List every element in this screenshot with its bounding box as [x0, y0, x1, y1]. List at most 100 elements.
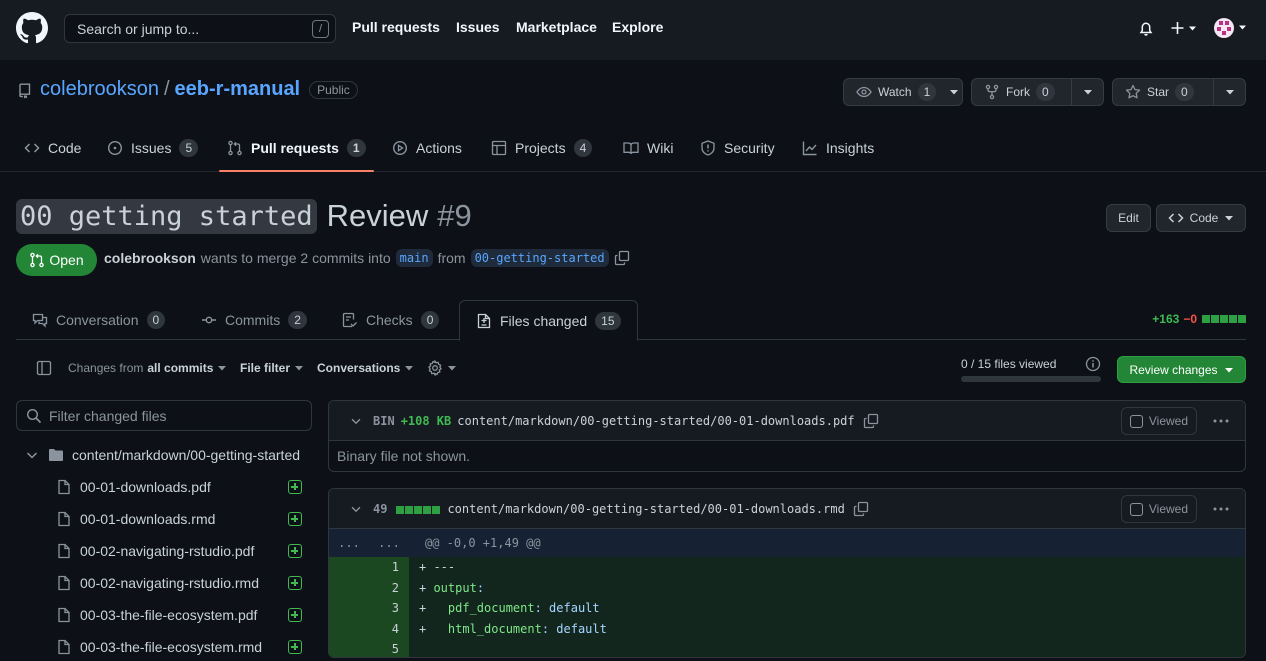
viewed-checkbox[interactable]: Viewed: [1120, 495, 1197, 523]
tab-actions[interactable]: Actions: [392, 124, 462, 172]
tab-checks[interactable]: Checks 0: [342, 300, 440, 340]
file-size-change: +108 KB: [400, 413, 452, 428]
new-line-number[interactable]: 5: [369, 639, 409, 657]
pr-author-link[interactable]: colebrookson: [104, 250, 196, 266]
user-avatar[interactable]: [1213, 17, 1247, 39]
new-line-number[interactable]: 3: [369, 598, 409, 619]
old-line-number[interactable]: [329, 577, 369, 598]
changes-from-prefix: Changes from: [68, 361, 144, 375]
tab-projects-count: 4: [573, 139, 593, 157]
search-placeholder: Search or jump to...: [77, 21, 200, 37]
nav-pull-requests[interactable]: Pull requests: [352, 19, 440, 35]
sidebar-toggle-icon[interactable]: [36, 360, 52, 376]
file-path[interactable]: content/markdown/00-getting-started/00-0…: [447, 502, 844, 516]
caret-down-icon: [405, 366, 414, 371]
tree-file[interactable]: 00-03-the-file-ecosystem.rmd: [56, 633, 302, 661]
tree-folder[interactable]: content/markdown/00-getting-started: [24, 441, 300, 469]
star-button[interactable]: Star 0: [1113, 79, 1213, 105]
copy-icon[interactable]: [614, 250, 630, 266]
tab-files-changed-count: 15: [595, 311, 621, 330]
tab-conversation-label: Conversation: [56, 312, 139, 328]
filter-files-input[interactable]: Filter changed files: [16, 400, 312, 431]
diff-line-added: 1 + ---: [329, 557, 1245, 578]
code-label: Code: [1189, 211, 1219, 225]
hunk-expand-left[interactable]: ...: [329, 536, 369, 550]
info-icon[interactable]: [1085, 356, 1101, 372]
tab-projects-label: Projects: [515, 140, 566, 156]
tree-file[interactable]: 00-01-downloads.pdf: [56, 473, 302, 501]
tab-conversation-count: 0: [146, 311, 166, 329]
watch-button[interactable]: Watch 1: [844, 79, 946, 105]
git-pull-request-icon: [228, 140, 242, 156]
tab-wiki-label: Wiki: [647, 140, 674, 156]
git-pull-request-icon: [30, 252, 45, 268]
tab-issues-count: 5: [179, 139, 199, 157]
new-line-number[interactable]: 2: [369, 577, 409, 598]
tab-commits[interactable]: Commits 2: [201, 300, 307, 340]
repo-owner-link[interactable]: colebrookson: [40, 78, 159, 101]
file-header: BIN +108 KB content/markdown/00-getting-…: [329, 401, 1245, 441]
new-line-number[interactable]: 1: [369, 557, 409, 578]
tab-insights[interactable]: Insights: [802, 124, 874, 172]
binary-badge: BIN: [373, 413, 395, 428]
code-dropdown-button[interactable]: Code: [1156, 204, 1246, 232]
create-new-button[interactable]: [1170, 20, 1200, 36]
search-input[interactable]: Search or jump to... /: [64, 14, 336, 43]
fork-button[interactable]: Fork 0: [972, 79, 1071, 105]
github-logo-icon[interactable]: [16, 12, 48, 44]
tab-pull-requests[interactable]: Pull requests 1: [219, 124, 374, 172]
tree-file[interactable]: 00-02-navigating-rstudio.pdf: [56, 537, 302, 565]
star-dropdown-caret[interactable]: [1213, 79, 1245, 105]
file-header: 49 content/markdown/00-getting-started/0…: [329, 489, 1245, 529]
edit-title-button[interactable]: Edit: [1106, 204, 1151, 232]
hunk-expand-right[interactable]: ...: [369, 536, 409, 550]
copy-icon[interactable]: [853, 501, 869, 517]
viewed-checkbox[interactable]: Viewed: [1120, 407, 1197, 435]
tree-file[interactable]: 00-03-the-file-ecosystem.pdf: [56, 601, 302, 629]
tab-code[interactable]: Code: [24, 124, 81, 172]
tab-conversation[interactable]: Conversation 0: [32, 300, 166, 340]
review-changes-button[interactable]: Review changes: [1117, 356, 1246, 383]
diff-line-value: :: [476, 580, 485, 595]
new-line-number[interactable]: 4: [369, 618, 409, 639]
tab-code-label: Code: [48, 140, 82, 156]
nav-explore[interactable]: Explore: [612, 19, 663, 35]
diff-settings-button[interactable]: [427, 360, 457, 376]
file-path[interactable]: content/markdown/00-getting-started/00-0…: [457, 414, 854, 428]
nav-issues[interactable]: Issues: [456, 19, 500, 35]
watch-dropdown-caret[interactable]: [946, 79, 962, 105]
old-line-number[interactable]: [329, 557, 369, 578]
tab-security[interactable]: Security: [700, 124, 775, 172]
tab-issues[interactable]: Issues 5: [107, 124, 199, 172]
kebab-menu-icon[interactable]: [1213, 503, 1229, 515]
old-line-number[interactable]: [329, 639, 369, 657]
chevron-down-icon[interactable]: [349, 414, 363, 428]
tab-wiki[interactable]: Wiki: [623, 124, 673, 172]
nav-marketplace[interactable]: Marketplace: [516, 19, 597, 35]
tab-files-changed[interactable]: Files changed 15: [459, 300, 638, 341]
head-branch[interactable]: 00-getting-started: [470, 249, 609, 267]
folder-icon: [49, 449, 63, 461]
file-change-count: 49: [373, 501, 388, 516]
copy-icon[interactable]: [863, 413, 879, 429]
tab-projects[interactable]: Projects 4: [491, 124, 593, 172]
fork-dropdown-caret[interactable]: [1071, 79, 1103, 105]
repo-separator: /: [163, 78, 170, 100]
diff-line-code: + html_document: default: [409, 622, 607, 636]
conversations-dropdown[interactable]: Conversations: [317, 361, 414, 375]
old-line-number[interactable]: [329, 598, 369, 619]
pr-from-text: from: [437, 250, 466, 266]
star-count: 0: [1175, 83, 1194, 101]
changes-from-dropdown[interactable]: Changes from all commits: [68, 361, 227, 375]
base-branch[interactable]: main: [395, 249, 433, 267]
chevron-down-icon[interactable]: [349, 502, 363, 516]
bell-icon[interactable]: [1138, 20, 1154, 37]
old-line-number[interactable]: [329, 618, 369, 639]
tree-file[interactable]: 00-01-downloads.rmd: [56, 505, 302, 533]
kebab-menu-icon[interactable]: [1213, 415, 1229, 427]
file-filter-dropdown[interactable]: File filter: [240, 361, 304, 375]
tab-commits-label: Commits: [225, 312, 281, 328]
repo-name-link[interactable]: eeb-r-manual: [175, 78, 301, 101]
tree-file[interactable]: 00-02-navigating-rstudio.rmd: [56, 569, 302, 597]
file-icon: [58, 479, 70, 495]
